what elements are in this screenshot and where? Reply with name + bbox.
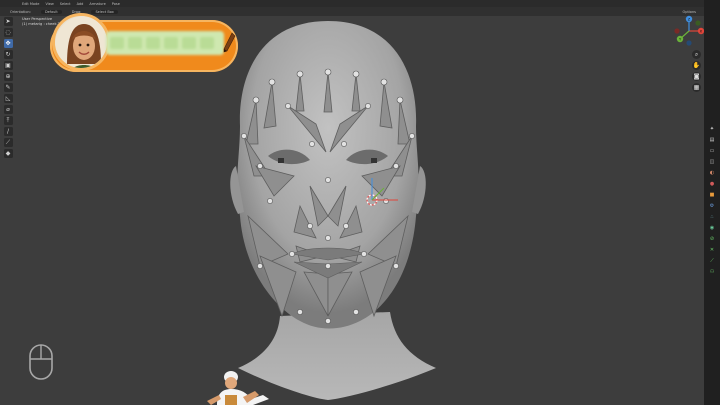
head-mesh[interactable] bbox=[200, 16, 660, 405]
tool-shelf: ➤ ◌ ✥ ↻ ▣ ⊕ ✎ ◺ ⌀ ⤒ / ⟋ ◆ bbox=[3, 17, 13, 162]
object-tab-icon[interactable]: ■ bbox=[708, 192, 717, 199]
pencil-icon bbox=[223, 32, 236, 53]
particles-tab-icon[interactable]: ∴ bbox=[708, 214, 717, 221]
tool-tab-icon[interactable]: ✦ bbox=[708, 126, 717, 133]
mascot-figure-icon bbox=[207, 371, 269, 405]
view-layer-tab-icon[interactable]: ◫ bbox=[708, 159, 717, 166]
pan-hand-icon[interactable]: ✋ bbox=[692, 61, 701, 70]
knife-icon[interactable]: / bbox=[3, 127, 13, 136]
envelope-icon[interactable]: ◆ bbox=[3, 149, 13, 158]
constraints-tab-icon[interactable]: ⊘ bbox=[708, 236, 717, 243]
tool-header: Orientation: Default Drag: Select Box Op… bbox=[0, 7, 720, 16]
annotate-icon[interactable]: ✎ bbox=[3, 83, 13, 92]
orientation-label: Orientation: bbox=[10, 9, 31, 14]
extrude-icon[interactable]: ⤒ bbox=[3, 116, 13, 125]
bone-size-icon[interactable]: ⟋ bbox=[3, 138, 13, 147]
transform-icon[interactable]: ⊕ bbox=[3, 72, 13, 81]
menu-armature[interactable]: Armature bbox=[89, 2, 105, 6]
move-icon[interactable]: ✥ bbox=[3, 39, 13, 48]
bone-roll-icon[interactable]: ⌀ bbox=[3, 105, 13, 114]
menu-edit-mode[interactable]: Edit Mode bbox=[22, 2, 39, 6]
world-tab-icon[interactable]: ● bbox=[708, 181, 717, 188]
drag-dropdown[interactable]: Select Box bbox=[91, 9, 118, 14]
creator-banner bbox=[50, 13, 238, 72]
scene-tab-icon[interactable]: ◐ bbox=[708, 170, 717, 177]
rotate-icon[interactable]: ↻ bbox=[3, 50, 13, 59]
perspective-grid-icon[interactable]: ▦ bbox=[692, 83, 701, 92]
menu-pose[interactable]: Pose bbox=[112, 2, 120, 6]
bone-tab-icon[interactable]: ⟋ bbox=[708, 258, 717, 265]
header-bar: Edit Mode View Select Add Armature Pose bbox=[0, 0, 720, 7]
output-tab-icon[interactable]: ▭ bbox=[708, 148, 717, 155]
menu-select[interactable]: Select bbox=[60, 2, 71, 6]
creator-name-redacted bbox=[106, 31, 224, 55]
navigation-gizmo[interactable]: X Y Z bbox=[672, 14, 706, 48]
mouse-icon bbox=[29, 344, 53, 380]
properties-tabs: ✦ ▤ ▭ ◫ ◐ ● ■ ⚙ ∴ ◉ ⊘ ✕ ⟋ ⚇ bbox=[704, 0, 720, 405]
physics-tab-icon[interactable]: ◉ bbox=[708, 225, 717, 232]
cursor-icon[interactable]: ➤ bbox=[3, 17, 13, 26]
camera-view-icon[interactable]: ◙ bbox=[692, 72, 701, 81]
creator-avatar bbox=[52, 13, 110, 71]
zoom-icon[interactable]: ⌕ bbox=[692, 50, 701, 59]
menu-view[interactable]: View bbox=[45, 2, 53, 6]
orientation-dropdown[interactable]: Default bbox=[40, 9, 62, 14]
data-tab-icon[interactable]: ✕ bbox=[708, 247, 717, 254]
render-tab-icon[interactable]: ▤ bbox=[708, 137, 717, 144]
select-icon[interactable]: ◌ bbox=[3, 28, 13, 37]
options-dropdown[interactable]: Options bbox=[682, 10, 696, 14]
modifier-tab-icon[interactable]: ⚙ bbox=[708, 203, 717, 210]
scale-icon[interactable]: ▣ bbox=[3, 61, 13, 70]
bone-constraint-tab-icon[interactable]: ⚇ bbox=[708, 269, 717, 276]
measure-icon[interactable]: ◺ bbox=[3, 94, 13, 103]
menu-add[interactable]: Add bbox=[77, 2, 84, 6]
